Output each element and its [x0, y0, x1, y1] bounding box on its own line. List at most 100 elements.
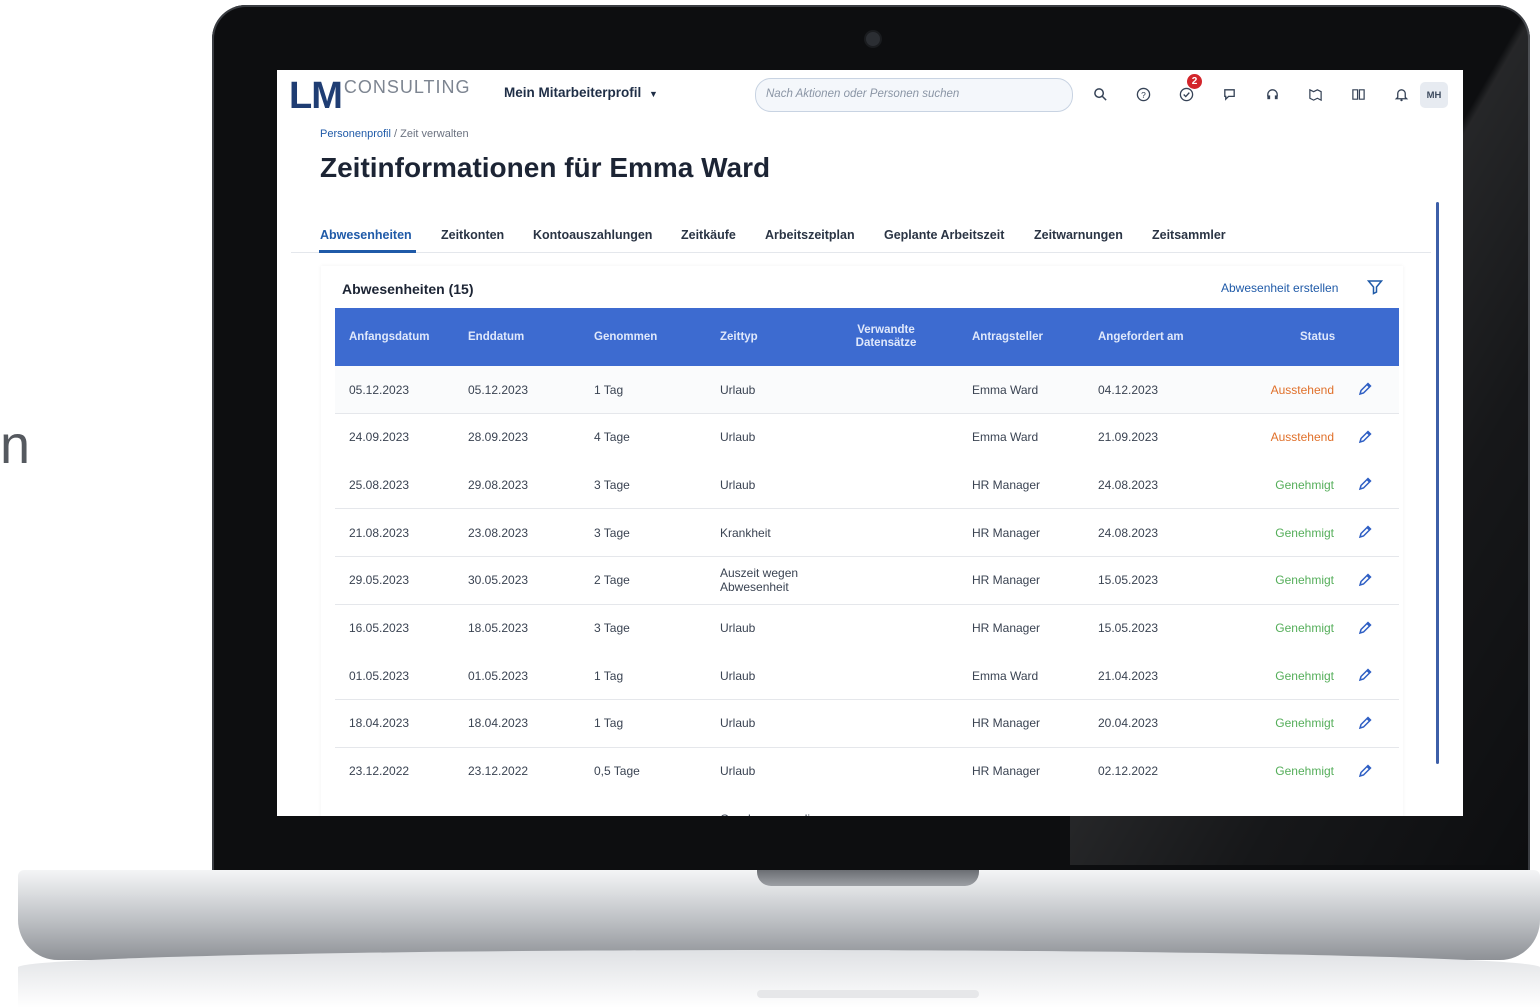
cell-taken: 4 Tage: [594, 430, 630, 445]
edit-pencil-icon[interactable]: [1357, 620, 1373, 636]
tab-geplante-arbeitszeit[interactable]: Geplante Arbeitszeit: [884, 228, 1004, 242]
cell-requester: HR Manager: [972, 764, 1041, 779]
map-icon[interactable]: [1294, 82, 1337, 106]
cell-time-type: Auszeit wegen Abwesenheit: [720, 566, 799, 595]
col-enddatum[interactable]: Enddatum: [468, 308, 524, 366]
cell-start-date: 05.12.2023: [349, 382, 410, 397]
tab-zeitkonten[interactable]: Zeitkonten: [441, 228, 504, 242]
app-screen: LM CONSULTING Mein Mitarbeiterprofil ▼ N…: [277, 70, 1463, 816]
status-badge: Genehmigt: [1275, 621, 1334, 635]
profile-menu-dropdown[interactable]: Mein Mitarbeiterprofil ▼: [504, 85, 658, 100]
edit-pencil-icon[interactable]: [1357, 381, 1373, 397]
col-genommen[interactable]: Genommen: [594, 308, 657, 366]
col-anfangsdatum[interactable]: Anfangsdatum: [349, 308, 430, 366]
cell-end-date: 01.05.2023: [468, 668, 529, 683]
cell-taken: 1 Tag: [594, 382, 624, 397]
bell-icon[interactable]: [1380, 82, 1423, 106]
col-verwandte-datensaetze[interactable]: Verwandte Datensätze: [846, 308, 926, 366]
create-absence-link[interactable]: Abwesenheit erstellen: [1221, 281, 1338, 295]
breadcrumb: Personenprofil / Zeit verwalten: [320, 128, 469, 140]
cell-taken: 1 Tag: [594, 716, 624, 731]
cell-end-date: 28.09.2023: [468, 430, 529, 445]
edit-pencil-icon[interactable]: [1357, 715, 1373, 731]
edit-pencil-icon[interactable]: [1357, 572, 1373, 588]
table-row[interactable]: Geschworenendien: [335, 795, 1399, 816]
breadcrumb-current: Zeit verwalten: [400, 128, 469, 140]
cell-start-date: 29.05.2023: [349, 573, 410, 588]
cell-time-type: Urlaub: [720, 382, 756, 397]
cell-requested-on: 04.12.2023: [1098, 382, 1159, 397]
breadcrumb-separator: /: [390, 128, 401, 140]
scrollbar[interactable]: [1436, 202, 1439, 764]
cell-requester: Emma Ward: [972, 382, 1039, 397]
tasks-icon[interactable]: 2: [1165, 74, 1208, 106]
status-badge: Ausstehend: [1270, 382, 1334, 397]
edit-pencil-icon[interactable]: [1357, 763, 1373, 779]
edit-pencil-icon[interactable]: [1357, 524, 1373, 540]
cell-requester: HR Manager: [972, 573, 1041, 588]
tab-zeitsammler[interactable]: Zeitsammler: [1152, 228, 1226, 242]
cell-start-date: 18.04.2023: [349, 716, 410, 731]
search-icon[interactable]: [1079, 82, 1122, 106]
tab-abwesenheiten[interactable]: Abwesenheiten: [320, 228, 412, 242]
book-icon[interactable]: [1337, 82, 1380, 106]
cell-end-date: 18.05.2023: [468, 621, 529, 635]
camera: [866, 32, 880, 46]
laptop-base-shadow: [18, 950, 1540, 1008]
avatar[interactable]: MH: [1420, 82, 1448, 108]
company-logo[interactable]: LM CONSULTING: [289, 76, 471, 116]
top-bar: LM CONSULTING Mein Mitarbeiterprofil ▼ N…: [277, 70, 1463, 120]
cell-start-date: 25.08.2023: [349, 477, 410, 492]
tab-zeitwarnungen[interactable]: Zeitwarnungen: [1034, 228, 1123, 242]
col-zeittyp[interactable]: Zeittyp: [720, 308, 758, 366]
col-antragsteller[interactable]: Antragsteller: [972, 308, 1043, 366]
table-row[interactable]: 24.09.2023 28.09.2023 4 Tage Urlaub Emma War…: [335, 413, 1399, 462]
header-icons: ? 2: [1079, 74, 1423, 106]
table-row[interactable]: 29.05.2023 30.05.2023 2 Tage Auszeit wegen …: [335, 556, 1399, 605]
cell-time-type: Krankheit: [720, 525, 771, 540]
absences-panel: Abwesenheiten (15) Abwesenheit erstellen…: [321, 266, 1403, 816]
search-placeholder: Nach Aktionen oder Personen suchen: [766, 88, 960, 100]
cell-requester: Emma Ward: [972, 430, 1039, 445]
cell-start-date: 24.09.2023: [349, 430, 410, 445]
cell-time-type: Geschworenendien: [720, 795, 830, 816]
cell-requested-on: 15.05.2023: [1098, 621, 1159, 635]
status-badge: [1270, 795, 1334, 816]
table-row[interactable]: 16.05.2023 18.05.2023 3 Tage Urlaub HR Manag…: [335, 604, 1399, 653]
table-row[interactable]: 25.08.2023 29.08.2023 3 Tage Urlaub HR Manag…: [335, 461, 1399, 510]
col-status[interactable]: Status: [1300, 308, 1335, 366]
tab-kontoauszahlungen[interactable]: Kontoauszahlungen: [533, 228, 652, 242]
cell-start-date: 01.05.2023: [349, 668, 410, 683]
col-angefordert-am[interactable]: Angefordert am: [1098, 308, 1184, 366]
cell-taken: 3 Tage: [594, 525, 630, 540]
table-row[interactable]: 05.12.2023 05.12.2023 1 Tag Urlaub Emma Ward…: [335, 366, 1399, 414]
cell-requester: HR Manager: [972, 716, 1041, 731]
cell-requested-on: 15.05.2023: [1098, 573, 1159, 588]
tab-arbeitszeitplan[interactable]: Arbeitszeitplan: [765, 228, 855, 242]
table-row[interactable]: 01.05.2023 01.05.2023 1 Tag Urlaub Emma Ward…: [335, 652, 1399, 701]
breadcrumb-link-personenprofil[interactable]: Personenprofil: [320, 128, 391, 140]
cell-end-date: 23.12.2022: [468, 764, 529, 779]
cell-taken: 3 Tage: [594, 621, 630, 635]
cell-taken: 2 Tage: [594, 573, 630, 588]
status-badge: Genehmigt: [1275, 764, 1334, 779]
table-row[interactable]: 23.12.2022 23.12.2022 0,5 Tage Urlaub HR Man…: [335, 747, 1399, 796]
page-title: Zeitinformationen für Emma Ward: [320, 152, 771, 183]
cell-requester: HR Manager: [972, 525, 1041, 540]
filter-icon[interactable]: [1367, 279, 1383, 295]
cell-end-date: 05.12.2023: [468, 382, 529, 397]
cell-time-type: Urlaub: [720, 621, 756, 635]
table-row[interactable]: 21.08.2023 23.08.2023 3 Tage Krankheit HR Ma…: [335, 509, 1399, 558]
search-input[interactable]: Nach Aktionen oder Personen suchen: [755, 78, 1073, 112]
edit-pencil-icon[interactable]: [1357, 476, 1373, 492]
headset-icon[interactable]: [1251, 82, 1294, 106]
cell-requester: Emma Ward: [972, 668, 1039, 683]
tab-zeitkaeufe[interactable]: Zeitkäufe: [681, 228, 736, 242]
edit-pencil-icon[interactable]: [1357, 429, 1373, 445]
chat-icon[interactable]: [1208, 82, 1251, 106]
cell-taken: 0,5 Tage: [594, 764, 640, 779]
help-icon[interactable]: ?: [1122, 82, 1165, 106]
edit-pencil-icon[interactable]: [1357, 667, 1373, 683]
table-row[interactable]: 18.04.2023 18.04.2023 1 Tag Urlaub HR Manage…: [335, 699, 1399, 748]
profile-menu-label: Mein Mitarbeiterprofil: [504, 85, 642, 100]
